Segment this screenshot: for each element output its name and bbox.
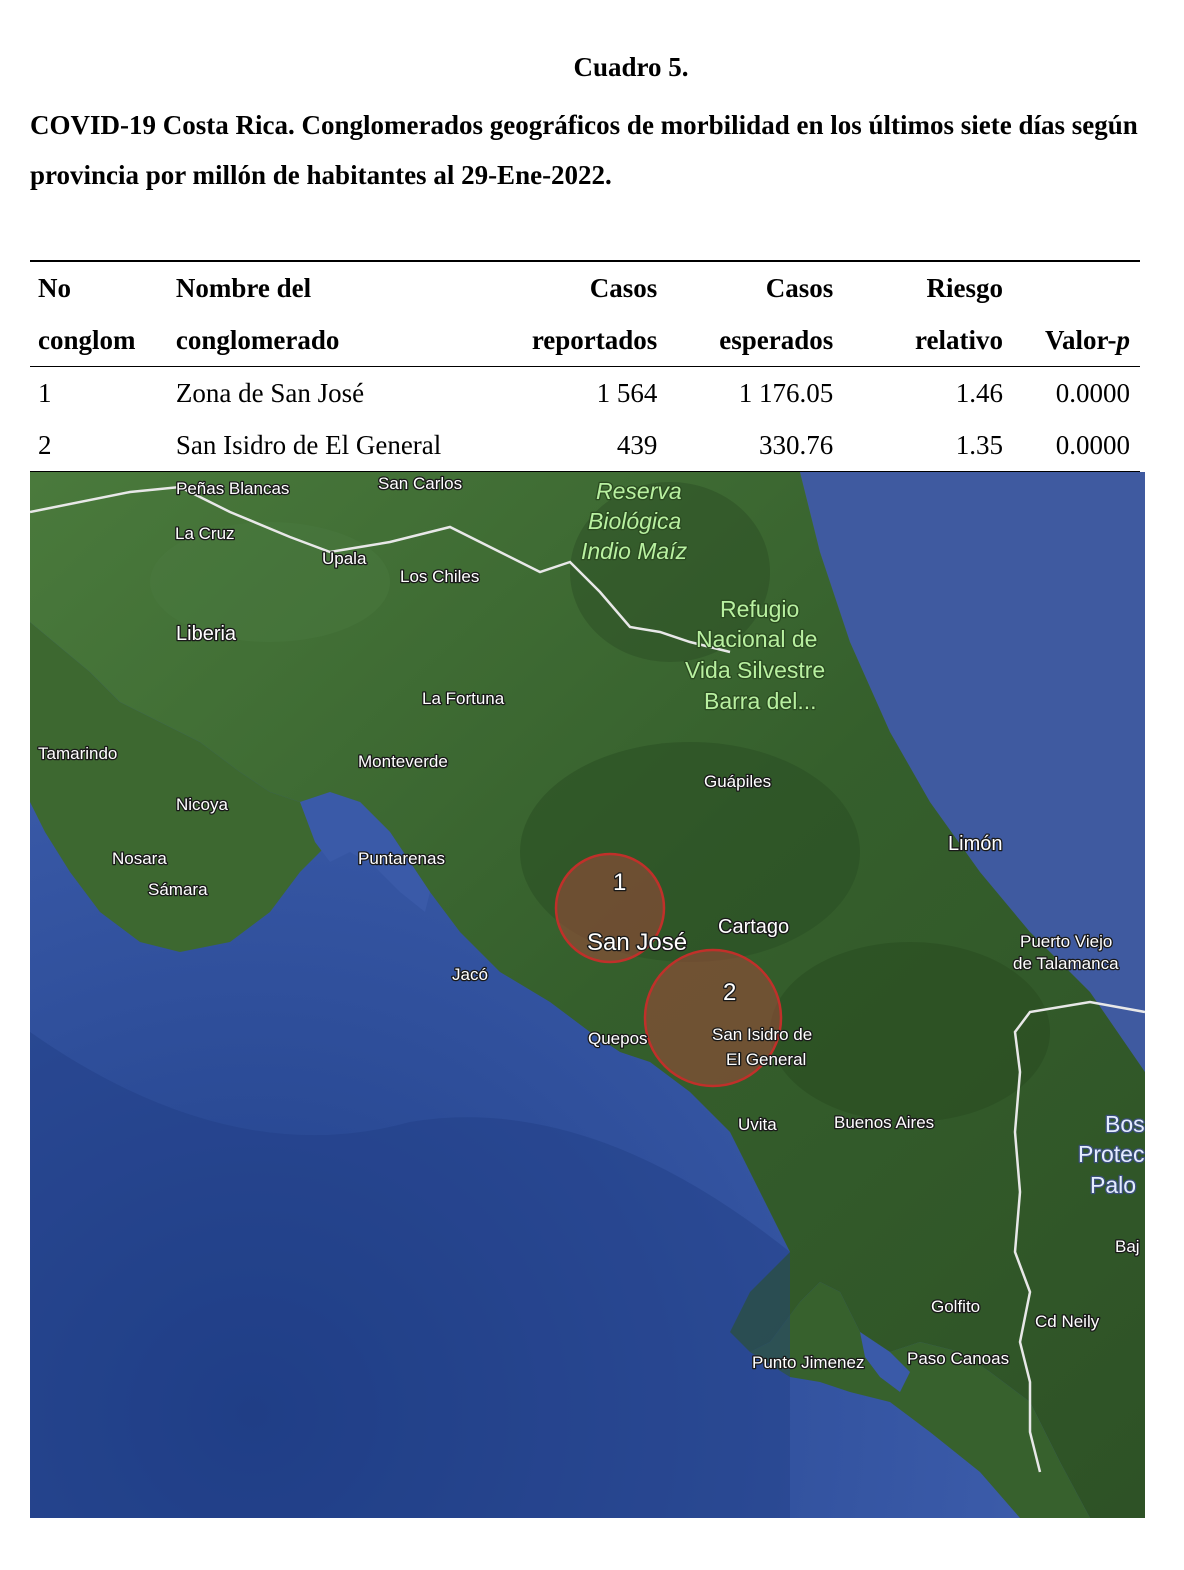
header-cell: Casos xyxy=(667,260,844,314)
place-label: Buenos Aires xyxy=(834,1113,934,1132)
place-label: Puntarenas xyxy=(358,849,445,868)
header-p: p xyxy=(1116,324,1131,355)
place-label: Guápiles xyxy=(704,772,771,791)
place-label: La Cruz xyxy=(175,524,235,543)
place-label: Golfito xyxy=(931,1297,980,1316)
place-label: Los Chiles xyxy=(400,567,479,586)
clusters-table: No Nombre del Casos Casos Riesgo conglom… xyxy=(30,260,1140,472)
refuge-label: Nacional de xyxy=(696,626,817,652)
table-cell: 2 xyxy=(30,419,168,472)
place-label: El General xyxy=(726,1050,806,1069)
place-label: Cartago xyxy=(718,916,789,938)
header-cell: esperados xyxy=(667,314,844,367)
reserve-label: Biológica xyxy=(588,508,681,534)
place-label: Puerto Viejo xyxy=(1020,932,1112,951)
place-label: Sámara xyxy=(148,880,208,899)
cluster-label: 2 xyxy=(723,979,736,1006)
header-cell: conglom xyxy=(30,314,168,367)
place-label: San Carlos xyxy=(378,474,462,493)
place-label: Nosara xyxy=(112,849,167,868)
table-cell: 1 176.05 xyxy=(738,377,834,408)
table-row: 2 San Isidro de El General 439 330.76 1.… xyxy=(30,419,1140,472)
header-cell: conglomerado xyxy=(167,314,488,367)
table-cell: 330.76 xyxy=(667,419,844,472)
refuge-label: Barra del... xyxy=(704,688,817,714)
place-label: Baj xyxy=(1115,1237,1140,1256)
header-cell xyxy=(1013,260,1140,314)
table-row: 1 Zona de San José 1 564 1 176.05 1.46 0… xyxy=(30,367,1140,420)
header-cell: reportados xyxy=(487,314,668,367)
refuge-label: Vida Silvestre xyxy=(685,657,825,683)
reserve-label: Indio Maíz xyxy=(581,538,688,564)
table-cell: 1 564 xyxy=(596,377,658,408)
place-label: Punto Jimenez xyxy=(752,1353,864,1372)
place-label: Limón xyxy=(948,833,1002,855)
place-label: San José xyxy=(587,929,687,956)
table-cell: 0.0000 xyxy=(1013,419,1140,472)
table-cell: 439 xyxy=(487,419,668,472)
table-caption-number: Cuadro 5. xyxy=(573,52,689,82)
place-label: San Isidro de xyxy=(712,1025,812,1044)
refuge-label: Refugio xyxy=(720,596,799,622)
place-label: Paso Canoas xyxy=(907,1349,1009,1368)
place-label: La Fortuna xyxy=(422,689,505,708)
place-label: Tamarindo xyxy=(38,744,117,763)
table-cell: 1 xyxy=(38,377,52,408)
place-label: Peñas Blancas xyxy=(176,479,289,498)
reserve-label: Reserva xyxy=(596,478,682,504)
place-label: Quepos xyxy=(588,1029,648,1048)
header-cell: Valor-p xyxy=(1013,314,1140,367)
map-canvas: 1 2 Peñas Blancas San Carlos La Cruz Upa… xyxy=(30,472,1145,1518)
place-label: Jacó xyxy=(452,965,488,984)
place-label: Liberia xyxy=(176,623,237,645)
header-cell: No xyxy=(30,260,168,314)
place-label: de Talamanca xyxy=(1013,954,1119,973)
bosque-label: Bos xyxy=(1105,1111,1145,1137)
table-cell: San Isidro de El General xyxy=(167,419,488,472)
header-cell: Nombre del xyxy=(167,260,488,314)
cluster-map: 1 2 Peñas Blancas San Carlos La Cruz Upa… xyxy=(30,472,1145,1518)
header-cell: Casos xyxy=(487,260,668,314)
place-label: Cd Neily xyxy=(1035,1312,1100,1331)
bosque-label: Protec xyxy=(1078,1141,1144,1167)
place-label: Upala xyxy=(322,549,367,568)
table-caption-title: COVID-19 Costa Rica. Conglomerados geogr… xyxy=(30,110,1138,190)
table-cell: 0.0000 xyxy=(1055,377,1130,408)
place-label: Nicoya xyxy=(176,795,229,814)
header-row: conglom conglomerado reportados esperado… xyxy=(30,314,1140,367)
bosque-label: Palo xyxy=(1090,1172,1136,1198)
header-cell: relativo xyxy=(843,314,1013,367)
cluster-label: 1 xyxy=(613,869,626,896)
table-cell: 1.35 xyxy=(843,419,1013,472)
header-row: No Nombre del Casos Casos Riesgo xyxy=(30,260,1140,314)
place-label: Monteverde xyxy=(358,752,448,771)
header-text: Valor- xyxy=(1045,324,1117,355)
table-cell: Zona de San José xyxy=(175,377,365,408)
table-cell: 1.46 xyxy=(955,377,1003,408)
place-label: Uvita xyxy=(738,1115,777,1134)
header-cell: Riesgo xyxy=(843,260,1013,314)
